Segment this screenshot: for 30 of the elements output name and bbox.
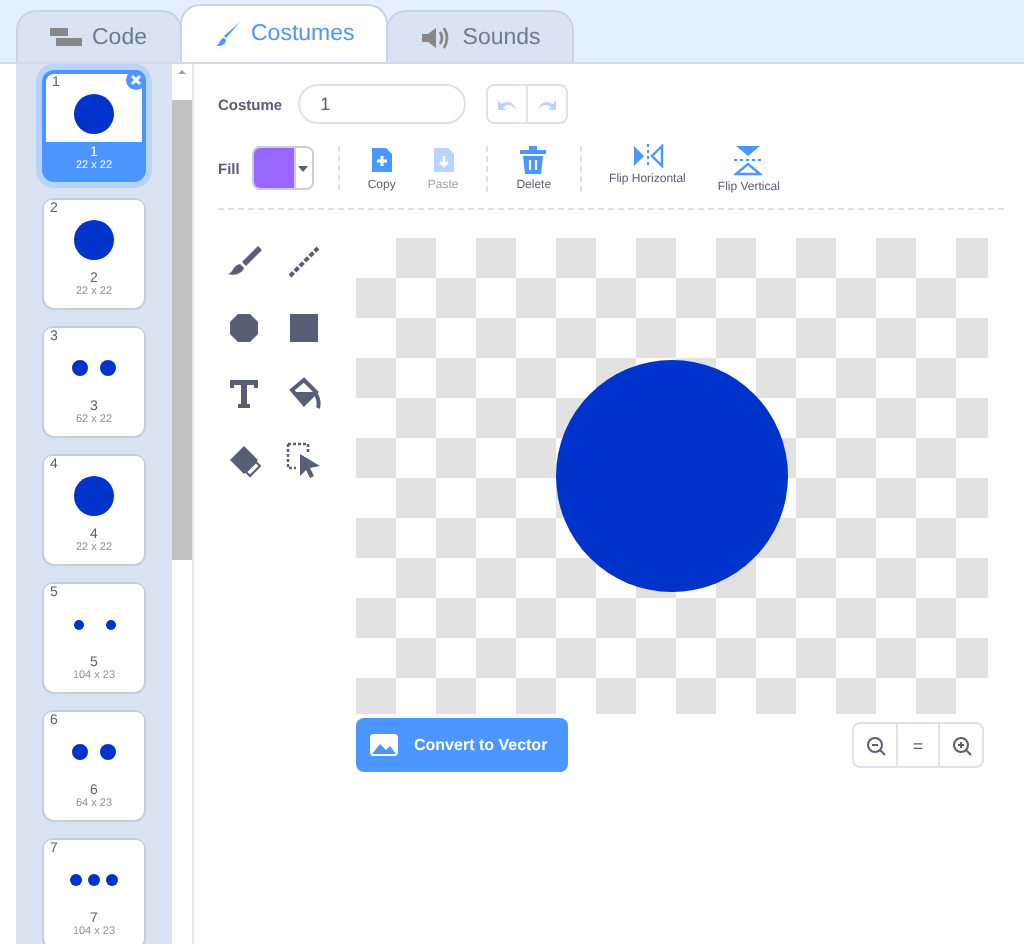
costume-thumbnail-drawing <box>72 360 116 376</box>
select-tool-icon[interactable] <box>284 440 324 480</box>
costume-thumbnail-drawing <box>73 619 115 629</box>
image-icon <box>370 734 398 756</box>
flip-horizontal-icon <box>631 143 664 167</box>
rectangle-tool-icon[interactable] <box>284 308 324 348</box>
copy-icon <box>369 145 394 173</box>
code-blocks-icon <box>50 27 82 47</box>
flip-vertical-icon <box>734 143 763 175</box>
fill-color-picker[interactable] <box>251 146 314 190</box>
zoom-in-icon <box>951 735 971 755</box>
trash-icon <box>520 145 547 173</box>
zoom-out-icon <box>865 735 885 755</box>
costume-thumbnail-drawing <box>72 744 116 760</box>
undo-icon <box>496 97 519 111</box>
close-icon[interactable] <box>126 70 146 90</box>
fill-bucket-icon[interactable] <box>284 374 324 414</box>
caret-icon <box>298 165 309 171</box>
line-tool-icon[interactable] <box>284 242 324 282</box>
costume-thumbnail-drawing <box>74 94 114 134</box>
costume-thumbnail-drawing <box>70 874 118 886</box>
redo-icon <box>536 97 559 111</box>
circle-tool-icon[interactable] <box>224 308 264 348</box>
text-tool-icon[interactable] <box>224 374 264 414</box>
paste-icon <box>431 145 456 173</box>
speaker-icon <box>420 25 453 49</box>
brush-icon <box>213 20 241 48</box>
costume-thumbnail-drawing <box>74 476 114 516</box>
costume-thumbnail-drawing <box>74 220 114 260</box>
costume-name-field[interactable]: 1 <box>298 84 467 124</box>
